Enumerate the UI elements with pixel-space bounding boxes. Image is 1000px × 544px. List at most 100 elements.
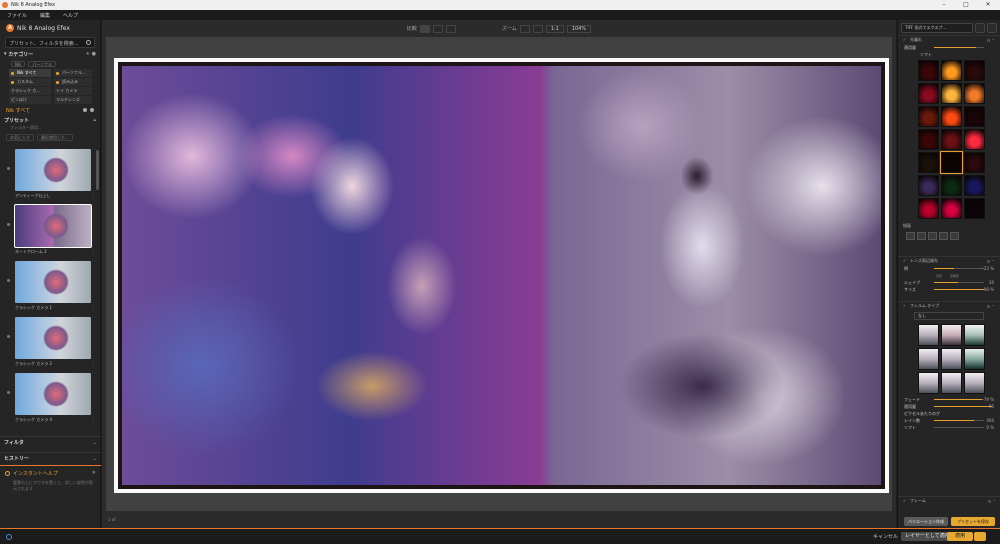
film-swatch[interactable] bbox=[964, 324, 985, 346]
menu-edit[interactable]: 編集 bbox=[40, 12, 50, 19]
swatch[interactable] bbox=[964, 60, 985, 81]
strength-slider[interactable]: 適用量 95 bbox=[904, 403, 994, 410]
swatch[interactable] bbox=[918, 129, 939, 150]
swatch[interactable] bbox=[918, 175, 939, 196]
compare-icon[interactable] bbox=[975, 22, 985, 33]
swatch[interactable] bbox=[918, 83, 939, 104]
fill-button[interactable] bbox=[532, 24, 543, 33]
swatch[interactable] bbox=[964, 152, 985, 173]
swatch[interactable] bbox=[918, 198, 939, 219]
brightness-slider[interactable]: 明 -23 % bbox=[904, 265, 994, 272]
category-custom[interactable]: カスタム bbox=[9, 78, 51, 86]
recent-button[interactable]: 最近使用した... bbox=[37, 134, 73, 141]
swatch[interactable] bbox=[941, 198, 962, 219]
category-import[interactable]: 読み込み bbox=[54, 78, 92, 86]
presets-collapse-icon[interactable]: ▴ bbox=[93, 117, 96, 123]
swatch[interactable] bbox=[964, 106, 985, 127]
mask-icon[interactable] bbox=[950, 232, 959, 240]
filter-text[interactable]: フィルター適用... bbox=[0, 125, 100, 133]
swatch[interactable] bbox=[941, 129, 962, 150]
category-classic-camera[interactable]: クラシック カ... bbox=[9, 87, 51, 95]
swatch[interactable] bbox=[918, 152, 939, 173]
swatch[interactable] bbox=[941, 175, 962, 196]
more-icon[interactable]: ⋮ bbox=[91, 418, 95, 423]
swatch[interactable] bbox=[918, 60, 939, 81]
grain-slider[interactable]: レイン数 400 bbox=[904, 417, 994, 424]
category-actions[interactable]: + ● bbox=[86, 51, 96, 57]
close-window-button[interactable]: ✕ bbox=[977, 0, 999, 10]
add-icon[interactable] bbox=[90, 108, 94, 112]
apply-as-layer-button[interactable]: レイヤーとして適用 bbox=[901, 532, 954, 541]
help-circle-icon[interactable] bbox=[6, 533, 12, 540]
film-swatch[interactable] bbox=[941, 348, 962, 370]
preset-item[interactable]: アンティーク仕上し ⋮ bbox=[7, 149, 97, 205]
maximize-button[interactable]: □ bbox=[955, 0, 977, 10]
one-to-one-button[interactable]: 1:1 bbox=[545, 24, 564, 33]
preset-item[interactable]: クラシック カメラ 1 ⋮ bbox=[7, 261, 97, 317]
swatch[interactable] bbox=[964, 83, 985, 104]
swatch[interactable] bbox=[964, 175, 985, 196]
preset-item[interactable]: ネートクローム 2 ⋮ bbox=[7, 204, 97, 261]
film-swatch[interactable] bbox=[918, 372, 939, 394]
minimize-button[interactable]: – bbox=[933, 0, 955, 10]
soft-slider[interactable]: ソフト 0 % bbox=[904, 424, 994, 431]
loupe-icon[interactable] bbox=[987, 22, 997, 33]
preset-item[interactable]: クラシック カメラ 2 ⋮ bbox=[7, 317, 97, 373]
export-dropdown[interactable]: TIFF 形式でエクスプ... bbox=[901, 22, 973, 33]
variation-button[interactable]: バリエーション作成 bbox=[904, 516, 948, 526]
shape-slider[interactable]: シェイプ 30 bbox=[904, 279, 994, 286]
soft-dropdown[interactable]: ソフト bbox=[904, 51, 994, 58]
swatch[interactable] bbox=[964, 129, 985, 150]
light-leaks-header[interactable]: ✓ 光漏れ ⚙ ⌃ bbox=[898, 35, 1000, 44]
apply-menu-button[interactable] bbox=[974, 532, 986, 541]
category-nik-all[interactable]: Nik すべて bbox=[9, 69, 51, 77]
category-personal[interactable]: パーソナル... bbox=[54, 69, 92, 77]
category-header[interactable]: ▾ カテゴリー + ● bbox=[0, 49, 100, 59]
swatch[interactable] bbox=[941, 83, 962, 104]
eraser-icon[interactable] bbox=[917, 232, 926, 240]
gradient-icon[interactable] bbox=[928, 232, 937, 240]
swatch[interactable] bbox=[964, 198, 985, 219]
category-defocus[interactable]: ピンぼけ bbox=[9, 96, 51, 104]
swatch[interactable] bbox=[918, 106, 939, 127]
fit-button[interactable] bbox=[519, 24, 530, 33]
swatch[interactable] bbox=[940, 151, 963, 174]
split-view-button[interactable] bbox=[419, 24, 430, 33]
radial-icon[interactable] bbox=[939, 232, 948, 240]
chip-personal[interactable]: パーソナル bbox=[28, 60, 57, 67]
cancel-button[interactable]: キャンセル bbox=[873, 533, 898, 540]
favorites-button[interactable]: お気に入り bbox=[6, 134, 34, 141]
more-icon[interactable]: ⋮ bbox=[91, 362, 95, 367]
search-input[interactable]: プリセット、フィルタを検索... bbox=[5, 37, 95, 48]
chip-nik[interactable]: Nik bbox=[11, 60, 26, 67]
brush-icon[interactable] bbox=[906, 232, 915, 240]
preset-item[interactable]: クラシック カメラ 4 ⋮ bbox=[7, 373, 97, 429]
preview-image[interactable] bbox=[114, 58, 889, 493]
presets-header[interactable]: プリセット ▴ bbox=[0, 115, 100, 125]
film-swatch[interactable] bbox=[964, 372, 985, 394]
lens-vignette-header[interactable]: ✓ レンズ周辺減光 ⚙ ⌃ bbox=[898, 256, 1000, 265]
more-icon[interactable]: ⋮ bbox=[91, 250, 95, 255]
film-swatch[interactable] bbox=[941, 324, 962, 346]
nik-all-row[interactable]: Nik すべて bbox=[0, 105, 100, 115]
swatch[interactable] bbox=[941, 60, 962, 81]
more-icon[interactable]: ⋮ bbox=[91, 194, 95, 199]
film-type-header[interactable]: ✓ フィルム タイプ ⚙ ⌃ bbox=[898, 301, 1000, 310]
film-select[interactable]: なし bbox=[914, 312, 984, 320]
remove-icon[interactable] bbox=[83, 108, 87, 112]
preset-scrollbar[interactable] bbox=[96, 150, 99, 190]
history-section[interactable]: ヒストリー ⌄ bbox=[0, 452, 101, 464]
fade-slider[interactable]: フェード 79 % bbox=[904, 396, 994, 403]
menu-help[interactable]: ヘルプ bbox=[63, 12, 78, 19]
single-view-button[interactable] bbox=[445, 24, 456, 33]
save-preset-button[interactable]: プリセットを保存 bbox=[951, 516, 995, 526]
size-slider[interactable]: サイズ 98 % bbox=[904, 286, 994, 293]
side-by-side-button[interactable] bbox=[432, 24, 443, 33]
swatch[interactable] bbox=[941, 106, 962, 127]
film-swatch[interactable] bbox=[941, 372, 962, 394]
canvas[interactable] bbox=[106, 37, 892, 511]
frame-header[interactable]: ✓ フレーム ⚙ ⌃ bbox=[898, 496, 1000, 505]
category-toy-camera[interactable]: トイ カメラ bbox=[54, 87, 92, 95]
film-swatch[interactable] bbox=[918, 324, 939, 346]
zoom-select[interactable]: 104% bbox=[566, 24, 592, 33]
